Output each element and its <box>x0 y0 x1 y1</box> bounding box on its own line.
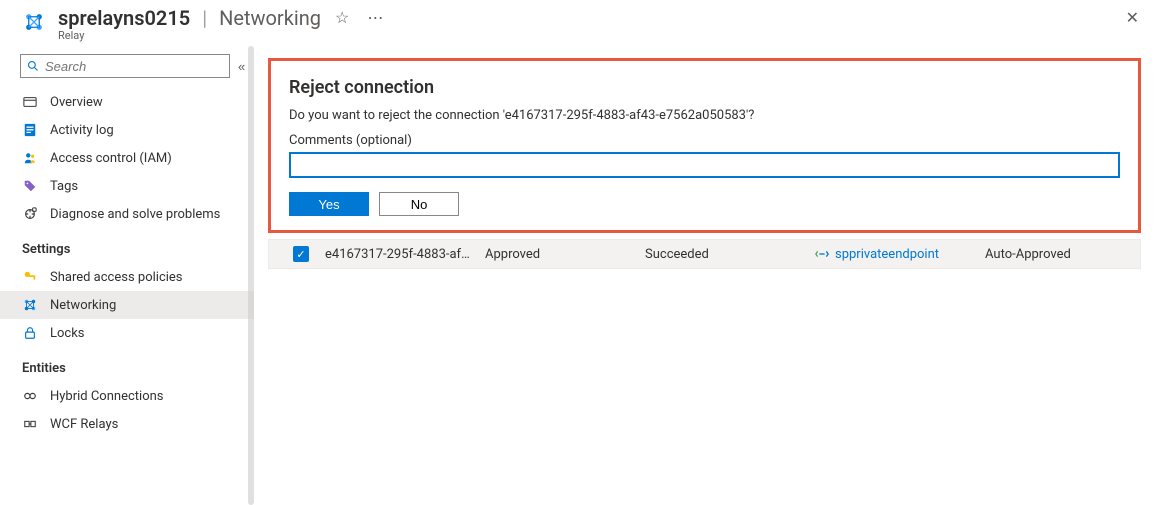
chevron-double-left-icon: « <box>238 59 245 74</box>
overview-icon <box>22 94 38 110</box>
sidebar-item-shared-access-policies[interactable]: Shared access policies <box>0 263 254 291</box>
sidebar-item-label: Hybrid Connections <box>50 389 164 404</box>
page-title: Networking <box>219 6 321 30</box>
comments-input[interactable] <box>289 152 1120 178</box>
sidebar-item-access-control[interactable]: Access control (IAM) <box>0 144 254 172</box>
no-button[interactable]: No <box>379 192 459 216</box>
sidebar-group-entities: Entities <box>0 347 254 382</box>
yes-button[interactable]: Yes <box>289 192 369 216</box>
comments-label: Comments (optional) <box>289 133 1120 148</box>
sidebar-item-wcf-relays[interactable]: WCF Relays <box>0 410 254 438</box>
lock-icon <box>22 325 38 341</box>
sidebar-item-label: Shared access policies <box>50 270 183 285</box>
table-row[interactable]: ✓ e4167317-295f-4883-af4… Approved Succe… <box>268 239 1141 269</box>
sidebar-group-settings: Settings <box>0 228 254 263</box>
private-endpoint-link: spprivateendpoint <box>835 247 939 262</box>
cell-provisioning-state: Succeeded <box>645 247 815 262</box>
cell-connection-name: e4167317-295f-4883-af4… <box>325 247 485 262</box>
close-icon: ✕ <box>1126 10 1139 27</box>
sidebar-item-networking[interactable]: Networking <box>0 291 254 319</box>
activity-log-icon <box>22 122 38 138</box>
header-title-block: sprelayns0215 | Networking ☆ ⋯ Relay <box>58 6 387 42</box>
resource-name: sprelayns0215 <box>58 6 190 30</box>
sidebar-item-label: Locks <box>50 326 85 341</box>
dialog-title: Reject connection <box>289 77 1120 98</box>
search-input[interactable] <box>45 59 223 74</box>
sidebar-item-activity-log[interactable]: Activity log <box>0 116 254 144</box>
sidebar-item-hybrid-connections[interactable]: Hybrid Connections <box>0 382 254 410</box>
resource-type: Relay <box>58 29 387 42</box>
row-checkbox[interactable]: ✓ <box>293 246 309 262</box>
access-control-icon <box>22 150 38 166</box>
page-header: sprelayns0215 | Networking ☆ ⋯ Relay ✕ <box>0 0 1155 46</box>
networking-icon <box>22 297 38 313</box>
reject-connection-dialog: Reject connection Do you want to reject … <box>268 58 1141 233</box>
star-icon: ☆ <box>335 10 349 27</box>
sidebar-item-label: Tags <box>50 179 78 194</box>
search-icon <box>27 60 39 72</box>
sidebar-item-tags[interactable]: Tags <box>0 172 254 200</box>
tags-icon <box>22 178 38 194</box>
cell-connection-state: Approved <box>485 247 645 262</box>
sidebar-item-label: Networking <box>50 298 116 313</box>
search-box[interactable] <box>20 54 230 78</box>
sidebar-item-label: WCF Relays <box>50 417 118 432</box>
favorite-button[interactable]: ☆ <box>331 6 353 30</box>
sidebar-item-overview[interactable]: Overview <box>0 88 254 116</box>
main-content: Reject connection Do you want to reject … <box>254 46 1155 505</box>
relay-resource-icon <box>20 8 48 36</box>
wcf-icon <box>22 416 38 432</box>
sidebar-item-locks[interactable]: Locks <box>0 319 254 347</box>
cell-description: Auto-Approved <box>985 247 1132 262</box>
sidebar-item-label: Overview <box>50 95 103 110</box>
sidebar-item-diagnose[interactable]: Diagnose and solve problems <box>0 200 254 228</box>
check-icon: ✓ <box>296 248 305 261</box>
sidebar-item-label: Access control (IAM) <box>50 151 172 166</box>
close-button[interactable]: ✕ <box>1126 8 1139 28</box>
sidebar: « Overview Activity log Access control (… <box>0 46 254 505</box>
key-icon <box>22 269 38 285</box>
dialog-message: Do you want to reject the connection 'e4… <box>289 108 1120 123</box>
more-icon: ⋯ <box>367 10 383 27</box>
sidebar-item-label: Diagnose and solve problems <box>50 207 220 222</box>
diagnose-icon <box>22 206 38 222</box>
sidebar-item-label: Activity log <box>50 123 114 138</box>
private-endpoint-icon <box>815 247 829 261</box>
hybrid-icon <box>22 388 38 404</box>
more-button[interactable]: ⋯ <box>363 6 387 30</box>
collapse-sidebar-button[interactable]: « <box>238 59 245 74</box>
title-divider: | <box>202 6 207 30</box>
cell-private-endpoint[interactable]: spprivateendpoint <box>815 247 985 262</box>
